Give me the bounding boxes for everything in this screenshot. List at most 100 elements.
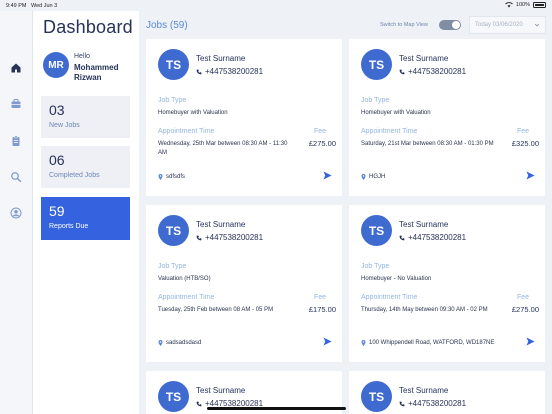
status-bar: 9:49 PM Wed Jun 3 100%: [0, 0, 552, 11]
fee-value: £275.00: [511, 305, 539, 314]
job-type-label: Job Type: [361, 97, 390, 104]
stat-label: New Jobs: [49, 122, 80, 129]
briefcase-icon[interactable]: [9, 97, 23, 111]
status-date: Wed Jun 3: [31, 3, 58, 9]
client-avatar: TS: [361, 215, 392, 246]
date-filter-select[interactable]: Today 03/06/2020: [469, 16, 546, 34]
page-title: Dashboard: [43, 17, 133, 37]
job-type-label: Job Type: [158, 97, 187, 104]
fee-label: Fee: [516, 294, 529, 301]
stat-number: 06: [49, 152, 65, 168]
stat-number: 03: [49, 102, 65, 118]
job-card[interactable]: TS Test Surname +447538200281 Job Type V…: [146, 205, 342, 362]
phone-icon: [399, 235, 405, 240]
phone-number: +447538200281: [408, 233, 467, 242]
job-type-value: Valuation (HTB/SO): [158, 276, 211, 282]
battery-icon: [533, 2, 546, 8]
user-icon[interactable]: [9, 206, 23, 220]
job-type-label: Job Type: [361, 263, 390, 270]
fee-value: £175.00: [308, 305, 336, 314]
client-name: Test Surname: [196, 54, 246, 63]
status-right: 100%: [505, 2, 546, 8]
chevron-down-icon: [534, 23, 540, 27]
home-indicator[interactable]: [207, 407, 346, 410]
fee-value: £275.00: [308, 139, 336, 148]
home-icon[interactable]: [9, 61, 23, 75]
avatar[interactable]: MR: [43, 52, 69, 78]
stat-reports-due[interactable]: 59 Reports Due: [41, 197, 130, 240]
location-pin-icon: [158, 340, 163, 346]
navigate-arrow-icon[interactable]: [526, 337, 535, 346]
search-icon[interactable]: [9, 170, 23, 184]
phone-number: +447538200281: [205, 67, 264, 76]
job-type-value: Homebuyer - No Valuation: [361, 276, 432, 282]
greeting: Hello: [74, 53, 90, 60]
job-location: sadsadsdasd: [158, 340, 201, 346]
jobs-title: Jobs (59): [146, 20, 188, 31]
job-type-value: Homebuyer with Valuation: [361, 110, 431, 116]
wifi-icon: [505, 2, 513, 8]
icon-nav-bar: [0, 11, 33, 414]
phone-number: +447538200281: [408, 399, 467, 408]
appointment-value: Wednesday, 25th Mar between 08:30 AM - 1…: [158, 141, 288, 156]
location-text: 100 Whippendell Road, WATFORD, WD187NE: [369, 340, 495, 346]
job-location: HGJH: [361, 174, 385, 180]
client-phone[interactable]: +447538200281: [399, 67, 466, 76]
location-text: HGJH: [369, 174, 386, 180]
location-pin-icon: [158, 174, 163, 180]
job-location: sdfsdfs: [158, 174, 185, 180]
client-name: Test Surname: [399, 386, 449, 395]
stat-label: Completed Jobs: [49, 172, 100, 179]
dashboard-panel: Dashboard MR Hello Mohammed Rizwan 03 Ne…: [33, 11, 139, 414]
status-time: 9:49 PM: [6, 3, 27, 9]
appointment-label: Appointment Time: [158, 128, 215, 135]
job-card[interactable]: TS Test Surname +447538200281 Job Type H…: [349, 39, 545, 196]
location-text: sdfsdfs: [166, 174, 186, 180]
appointment-label: Appointment Time: [158, 294, 215, 301]
appointment-value: Saturday, 21st Mar between 08:30 AM - 01…: [361, 141, 494, 147]
date-filter-value: Today 03/06/2020: [475, 22, 523, 28]
phone-icon: [196, 401, 202, 406]
job-type-value: Homebuyer with Valuation: [158, 110, 228, 116]
job-card[interactable]: TS Test Surname +447538200281: [349, 371, 545, 414]
client-phone[interactable]: +447538200281: [196, 67, 263, 76]
clipboard-icon[interactable]: [9, 134, 23, 148]
location-text: sadsadsdasd: [166, 340, 202, 346]
client-avatar: TS: [361, 49, 392, 80]
job-type-label: Job Type: [158, 263, 187, 270]
phone-icon: [399, 69, 405, 74]
job-location: 100 Whippendell Road, WATFORD, WD187NE: [361, 340, 494, 346]
phone-number: +447538200281: [408, 67, 467, 76]
phone-icon: [196, 235, 202, 240]
navigate-arrow-icon[interactable]: [323, 171, 332, 180]
navigate-arrow-icon[interactable]: [526, 171, 535, 180]
client-avatar: TS: [158, 49, 189, 80]
map-toggle-label: Switch to Map View: [380, 22, 428, 28]
stat-number: 59: [49, 203, 65, 219]
client-name: Test Surname: [196, 220, 246, 229]
appointment-label: Appointment Time: [361, 294, 418, 301]
toggle-knob: [452, 21, 460, 29]
appointment-value: Thursday, 14th May between 09:30 AM - 02…: [361, 307, 488, 313]
navigate-arrow-icon[interactable]: [323, 337, 332, 346]
jobs-area: Jobs (59) Switch to Map View Today 03/06…: [139, 11, 552, 414]
client-phone[interactable]: +447538200281: [196, 233, 263, 242]
location-pin-icon: [361, 174, 366, 180]
map-view-toggle[interactable]: [439, 20, 461, 30]
client-avatar: TS: [361, 381, 392, 412]
stat-new-jobs[interactable]: 03 New Jobs: [41, 96, 130, 138]
user-name: Mohammed Rizwan: [74, 63, 119, 82]
phone-number: +447538200281: [205, 233, 264, 242]
client-phone[interactable]: +447538200281: [399, 233, 466, 242]
job-card[interactable]: TS Test Surname +447538200281 Job Type H…: [349, 205, 545, 362]
phone-icon: [196, 69, 202, 74]
client-name: Test Surname: [399, 54, 449, 63]
appointment-label: Appointment Time: [361, 128, 418, 135]
stat-completed-jobs[interactable]: 06 Completed Jobs: [41, 146, 130, 188]
client-phone[interactable]: +447538200281: [399, 399, 466, 408]
job-card[interactable]: TS Test Surname +447538200281 Job Type H…: [146, 39, 342, 196]
fee-label: Fee: [313, 128, 326, 135]
location-pin-icon: [361, 340, 366, 346]
fee-label: Fee: [313, 294, 326, 301]
client-name: Test Surname: [399, 220, 449, 229]
